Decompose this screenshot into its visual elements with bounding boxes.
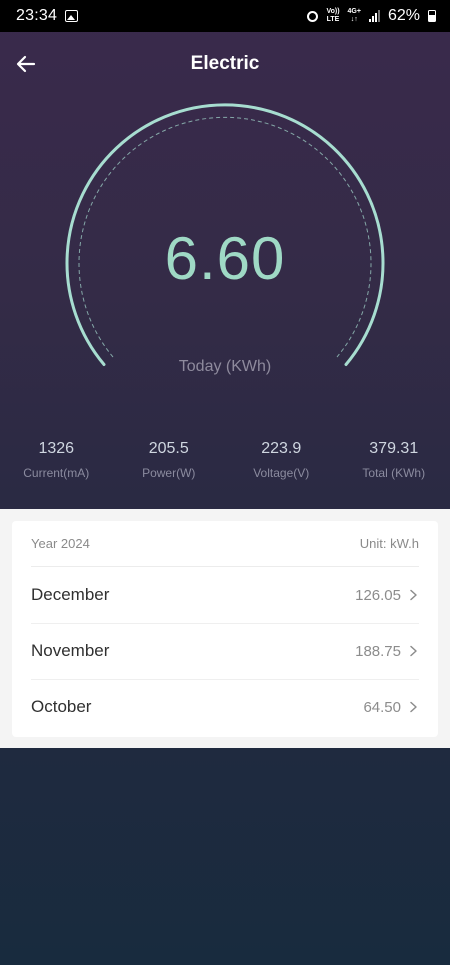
status-right: Vo)) LTE 4G+ ↓↑ 62% [307, 7, 436, 25]
status-bar: 23:34 Vo)) LTE 4G+ ↓↑ 62% [0, 0, 450, 32]
data-indicator: 4G+ ↓↑ [348, 8, 361, 24]
stat-label: Current(mA) [23, 466, 90, 480]
stat-total: 379.31 Total (KWh) [338, 440, 450, 480]
chevron-right-icon [410, 701, 417, 713]
status-time: 23:34 [16, 7, 58, 24]
arrow-left-icon [16, 55, 36, 73]
data-label-bottom: ↓↑ [350, 16, 358, 23]
month-row-december[interactable]: December 126.05 [31, 567, 419, 624]
month-right: 126.05 [355, 587, 419, 604]
stat-current: 1326 Current(mA) [0, 440, 113, 480]
year-label: Year 2024 [31, 536, 90, 551]
app-header: Electric [0, 32, 450, 96]
month-right: 188.75 [355, 643, 419, 660]
month-name: November [31, 641, 110, 660]
status-left: 23:34 [16, 7, 79, 25]
back-button[interactable] [10, 48, 42, 80]
month-value: 188.75 [355, 642, 401, 660]
stat-voltage: 223.9 Voltage(V) [225, 440, 338, 480]
stat-value: 1326 [38, 440, 75, 457]
stat-value: 223.9 [261, 440, 302, 457]
stat-value: 205.5 [148, 440, 189, 457]
stat-label: Power(W) [142, 466, 196, 480]
volte-label-top: Vo)) [326, 8, 340, 15]
month-value: 64.50 [363, 698, 401, 716]
chevron-right-icon [410, 589, 417, 601]
unit-label: Unit: kW.h [359, 536, 419, 551]
battery-percent: 62% [387, 7, 420, 24]
stat-value: 379.31 [369, 440, 419, 457]
month-right: 64.50 [363, 699, 419, 716]
stats-row: 1326 Current(mA) 205.5 Power(W) 223.9 Vo… [0, 440, 450, 480]
gauge-value: 6.60 [164, 225, 286, 292]
month-name: October [31, 697, 92, 716]
energy-gauge: 6.60 Today (KWh) [0, 96, 450, 396]
chevron-right-icon [410, 645, 417, 657]
volte-label-bottom: LTE [326, 16, 340, 23]
month-row-october[interactable]: October 64.50 [31, 679, 419, 735]
month-value: 126.05 [355, 586, 401, 604]
signal-icon [368, 10, 380, 22]
volte-indicator: Vo)) LTE [326, 8, 339, 24]
battery-icon [428, 10, 436, 22]
history-card: Year 2024 Unit: kW.h December 126.05 Nov… [12, 521, 438, 737]
stat-label: Total (KWh) [362, 466, 426, 480]
gauge-label: Today (KWh) [178, 358, 272, 375]
history-header: Year 2024 Unit: kW.h [31, 521, 419, 567]
data-label-top: 4G+ [347, 8, 361, 15]
page-title: Electric [190, 53, 260, 74]
month-row-november[interactable]: November 188.75 [31, 623, 419, 680]
month-name: December [31, 585, 110, 604]
gallery-icon [65, 10, 79, 22]
stat-power: 205.5 Power(W) [113, 440, 226, 480]
stat-label: Voltage(V) [253, 466, 310, 480]
alarm-icon [307, 10, 319, 22]
